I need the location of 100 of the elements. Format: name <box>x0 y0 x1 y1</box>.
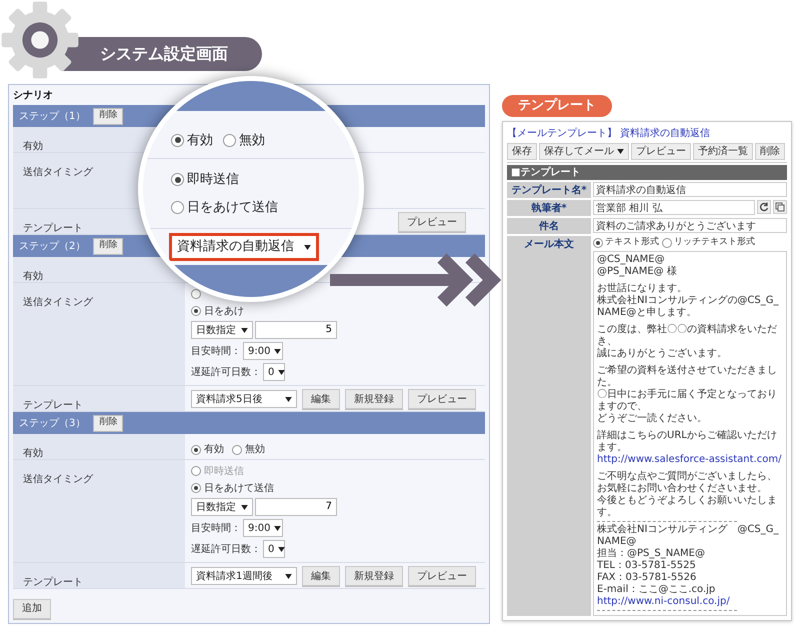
select-field[interactable]: 9:00 <box>243 342 283 360</box>
title-banner: システム設定画面 <box>62 37 262 71</box>
radio-button[interactable] <box>171 200 184 214</box>
delete-button[interactable]: 削除 <box>93 238 124 254</box>
row-label: 送信タイミング <box>23 474 93 485</box>
body-text: 株式会社NIコンサルティング @CS_G_NAME@ <box>597 524 780 548</box>
body-text: FAX：03-5781-5526 <box>597 572 698 584</box>
toolbar-button[interactable]: 保存 <box>507 143 537 160</box>
row-label: 有効 <box>23 141 43 152</box>
form-button[interactable]: 新規登録 <box>345 389 403 409</box>
field-label: 執筆者* <box>531 202 567 216</box>
form-button[interactable]: 編集 <box>302 389 340 409</box>
body-text: お気軽にお問い合わせくださいませ。 <box>597 483 768 495</box>
toolbar-button[interactable]: 予約済一覧 <box>693 143 753 160</box>
toolbar-button[interactable]: 削除 <box>755 143 785 160</box>
row-label: 送信タイミング <box>23 297 93 308</box>
radio-button[interactable] <box>191 466 201 476</box>
option-label: 即時送信 <box>204 464 244 478</box>
caret-icon <box>285 396 292 402</box>
text-field[interactable]: 資料のご請求ありがとうございます <box>593 218 787 233</box>
select-field[interactable]: 資料請求5日後 <box>191 390 297 408</box>
caret-icon <box>278 546 286 552</box>
section-header: ■テンプレート <box>507 165 787 180</box>
panel-title: シナリオ <box>13 88 53 102</box>
row-label: テンプレート <box>23 400 83 411</box>
body-text: 担当：@PS_S_NAME@ <box>597 548 706 560</box>
radio-button[interactable] <box>191 306 201 316</box>
delete-button[interactable]: 削除 <box>93 108 124 124</box>
toolbar-button[interactable]: プレビュー <box>631 143 691 160</box>
field-label: 件名 <box>539 220 559 234</box>
radio-button[interactable] <box>171 134 184 147</box>
form-button[interactable]: プレビュー <box>408 389 476 409</box>
time-label: 目安時間： <box>191 344 241 358</box>
body-textarea[interactable] <box>593 251 787 616</box>
option-label: 日をあけて送信 <box>187 198 278 216</box>
step-title: ステップ（2） <box>19 240 86 254</box>
body-text: 株式会社NIコンサルティングの@CS_G_NAME@と申します。 <box>597 295 780 319</box>
option-label: 日をあけて送信 <box>204 482 274 496</box>
body-text: この度は、弊社〇〇の資料請求をいただき、 <box>597 324 778 348</box>
step-title: ステップ（3） <box>19 416 86 430</box>
author-field[interactable]: 営業部 相川 弘 <box>593 200 755 215</box>
radio-button[interactable] <box>662 238 672 248</box>
body-link[interactable]: http://www.salesforce-assistant.com/ <box>597 454 783 466</box>
body-text: 今後ともどうぞよろしくお願いいたします。 <box>597 495 778 519</box>
format-label: テキスト形式 <box>605 236 659 250</box>
radio-button[interactable] <box>191 483 201 493</box>
time-label: 目安時間： <box>191 522 241 536</box>
body-text: 〇日中にお手元に届く予定となっておりますので、 <box>597 389 778 412</box>
body-text: ご不明な点やご質問がございましたら、 <box>597 471 778 483</box>
caret-icon <box>241 328 248 332</box>
radio-button[interactable] <box>593 238 603 248</box>
row-label: テンプレート <box>23 577 83 588</box>
select-field[interactable]: 0 <box>263 540 285 558</box>
form-button[interactable]: プレビュー <box>408 566 476 586</box>
body-text: お世話になります。 <box>597 283 688 294</box>
option-label: 無効 <box>239 132 265 150</box>
form-button[interactable]: プレビュー <box>398 212 466 232</box>
caret-icon <box>241 504 248 510</box>
radio-button[interactable] <box>191 289 201 299</box>
caret-icon <box>274 526 282 530</box>
days-field[interactable]: 5 <box>255 321 337 339</box>
radio-button[interactable] <box>223 134 236 147</box>
body-text: 詳細はこちらのURLからご確認いただけます。 <box>597 430 778 454</box>
caret-icon <box>274 348 282 354</box>
radio-button[interactable] <box>232 444 242 454</box>
row-label: 送信タイミング <box>23 167 93 178</box>
select-field[interactable]: 0 <box>263 363 285 381</box>
field-label: テンプレート名* <box>511 183 587 198</box>
delete-button[interactable]: 削除 <box>93 414 124 432</box>
template-link[interactable]: 【メールテンプレート】 資料請求の自動返信 <box>507 126 787 141</box>
template-select[interactable]: 資料請求の自動返信 <box>169 233 319 261</box>
select-field[interactable]: 日数指定 <box>191 498 253 516</box>
text-field[interactable]: 資料請求の自動返信 <box>593 182 787 197</box>
body-link[interactable]: http://www.ni-consul.co.jp/ <box>597 596 783 608</box>
option-label: 有効 <box>204 442 224 457</box>
option-label: 即時送信 <box>187 171 239 189</box>
days-field[interactable]: 7 <box>255 498 337 516</box>
body-text: ご希望の資料を送付させていただきました。 <box>597 365 778 388</box>
body-text: どうぞご一読ください。 <box>597 413 708 425</box>
body-text: E-mail：ここ@ここ.co.jp <box>597 584 716 596</box>
select-field[interactable]: 資料請求1週間後 <box>191 567 297 585</box>
row-label: 有効 <box>23 271 43 282</box>
body-text: @PS_NAME@ 様 <box>597 266 678 278</box>
delay-label: 遅延許可日数： <box>191 366 261 380</box>
toolbar-button[interactable]: 保存してメール <box>539 143 629 160</box>
radio-button[interactable] <box>191 444 201 454</box>
caret-icon <box>285 574 292 578</box>
select-field[interactable]: 9:00 <box>243 519 283 537</box>
caret-icon <box>304 244 311 250</box>
row-label: テンプレート <box>23 223 83 234</box>
form-button[interactable]: 編集 <box>302 566 340 586</box>
select-field[interactable]: 日数指定 <box>191 321 253 339</box>
caret-icon <box>278 370 286 374</box>
option-label: 日をあけ <box>204 304 244 318</box>
refresh-icon[interactable] <box>757 200 771 214</box>
radio-button[interactable] <box>171 173 184 186</box>
copy-icon[interactable] <box>773 200 787 214</box>
form-button[interactable]: 追加 <box>13 598 51 618</box>
form-button[interactable]: 新規登録 <box>345 566 403 586</box>
row-label: 有効 <box>23 448 43 459</box>
